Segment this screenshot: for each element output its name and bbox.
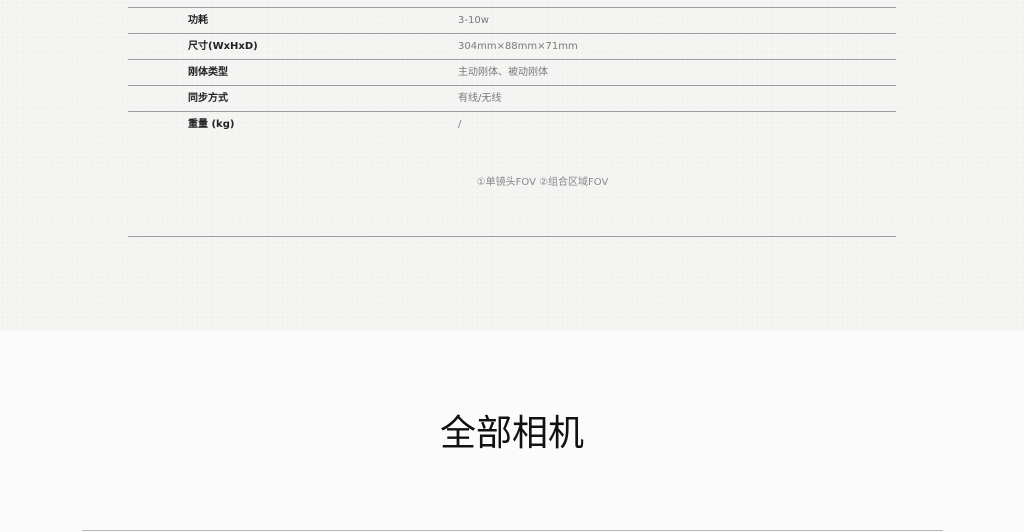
all-cameras-title: 全部相机 bbox=[439, 413, 584, 454]
spec-table-bottom-divider bbox=[128, 236, 896, 237]
spec-row-sync-method: 同步方式 有线/无线 bbox=[128, 85, 896, 111]
spec-row-weight: 重量 (kg) / bbox=[128, 111, 896, 137]
spec-value: 3-10w bbox=[458, 15, 489, 26]
spec-row-dimensions: 尺寸(WxHxD) 304mm×88mm×71mm bbox=[128, 33, 896, 59]
spec-value: 有线/无线 bbox=[458, 93, 502, 104]
spec-label: 同步方式 bbox=[188, 93, 228, 104]
spec-label: 刚体类型 bbox=[188, 67, 228, 78]
spec-value: / bbox=[458, 119, 462, 130]
spec-section: 功耗 3-10w 尺寸(WxHxD) 304mm×88mm×71mm 刚体类型 … bbox=[0, 0, 1024, 331]
spec-row-rigid-body-type: 刚体类型 主动刚体、被动刚体 bbox=[128, 59, 896, 85]
spec-value: 304mm×88mm×71mm bbox=[458, 41, 578, 52]
all-cameras-section: 全部相机 bbox=[0, 331, 1024, 532]
spec-label: 尺寸(WxHxD) bbox=[188, 41, 258, 52]
spec-table: 功耗 3-10w 尺寸(WxHxD) 304mm×88mm×71mm 刚体类型 … bbox=[128, 7, 896, 137]
spec-row-power: 功耗 3-10w bbox=[128, 7, 896, 33]
spec-value: 主动刚体、被动刚体 bbox=[458, 67, 548, 78]
fov-footnote: ①单镜头FOV ②组合区域FOV bbox=[476, 177, 609, 188]
spec-label: 功耗 bbox=[188, 15, 208, 26]
all-cameras-divider bbox=[82, 530, 943, 531]
spec-label: 重量 (kg) bbox=[188, 119, 235, 130]
